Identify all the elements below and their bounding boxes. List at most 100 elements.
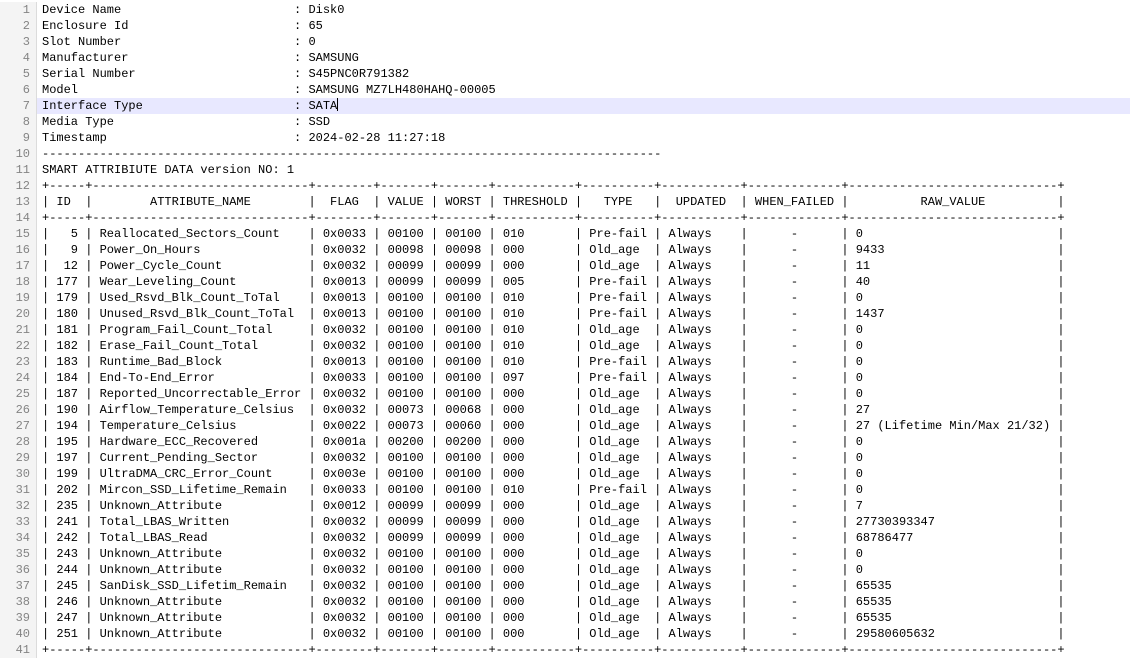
editor-line[interactable]: 26| 190 | Airflow_Temperature_Celsius | … xyxy=(0,402,1130,418)
editor-line[interactable]: 32| 235 | Unknown_Attribute | 0x0012 | 0… xyxy=(0,498,1130,514)
editor-code-area[interactable]: 1Device Name : Disk02Enclosure Id : 653S… xyxy=(0,2,1130,658)
line-number: 40 xyxy=(0,626,37,642)
line-number: 2 xyxy=(0,18,37,34)
line-text: | 195 | Hardware_ECC_Recovered | 0x001a … xyxy=(37,434,1130,450)
line-text: | 177 | Wear_Leveling_Count | 0x0013 | 0… xyxy=(37,274,1130,290)
line-text: Media Type : SSD xyxy=(37,114,1130,130)
line-number: 12 xyxy=(0,178,37,194)
line-text: +-----+------------------------------+--… xyxy=(37,210,1130,226)
editor-line[interactable]: 18| 177 | Wear_Leveling_Count | 0x0013 |… xyxy=(0,274,1130,290)
line-number: 18 xyxy=(0,274,37,290)
editor-line[interactable]: 21| 181 | Program_Fail_Count_Total | 0x0… xyxy=(0,322,1130,338)
line-text: +-----+------------------------------+--… xyxy=(37,178,1130,194)
line-number: 36 xyxy=(0,562,37,578)
line-number: 28 xyxy=(0,434,37,450)
editor-line[interactable]: 14+-----+------------------------------+… xyxy=(0,210,1130,226)
editor-line[interactable]: 22| 182 | Erase_Fail_Count_Total | 0x003… xyxy=(0,338,1130,354)
line-text: | 179 | Used_Rsvd_Blk_Count_ToTal | 0x00… xyxy=(37,290,1130,306)
line-text: | 180 | Unused_Rsvd_Blk_Count_ToTal | 0x… xyxy=(37,306,1130,322)
line-text: Device Name : Disk0 xyxy=(37,2,1130,18)
editor-line[interactable]: 35| 243 | Unknown_Attribute | 0x0032 | 0… xyxy=(0,546,1130,562)
editor-line[interactable]: 29| 197 | Current_Pending_Sector | 0x003… xyxy=(0,450,1130,466)
editor-line[interactable]: 23| 183 | Runtime_Bad_Block | 0x0013 | 0… xyxy=(0,354,1130,370)
line-number: 26 xyxy=(0,402,37,418)
line-text: | 190 | Airflow_Temperature_Celsius | 0x… xyxy=(37,402,1130,418)
editor-line[interactable]: 37| 245 | SanDisk_SSD_Lifetim_Remain | 0… xyxy=(0,578,1130,594)
editor-line[interactable]: 5Serial Number : S45PNC0R791382 xyxy=(0,66,1130,82)
line-text: Interface Type : SATA xyxy=(37,98,1130,114)
line-number: 16 xyxy=(0,242,37,258)
line-number: 23 xyxy=(0,354,37,370)
line-text: Model : SAMSUNG MZ7LH480HAHQ-00005 xyxy=(37,82,1130,98)
line-text: | 242 | Total_LBAS_Read | 0x0032 | 00099… xyxy=(37,530,1130,546)
editor-line[interactable]: 25| 187 | Reported_Uncorrectable_Error |… xyxy=(0,386,1130,402)
line-number: 38 xyxy=(0,594,37,610)
editor-line[interactable]: 24| 184 | End-To-End_Error | 0x0033 | 00… xyxy=(0,370,1130,386)
editor-line[interactable]: 13| ID | ATTRIBUTE_NAME | FLAG | VALUE |… xyxy=(0,194,1130,210)
line-text: | 244 | Unknown_Attribute | 0x0032 | 001… xyxy=(37,562,1130,578)
line-number: 19 xyxy=(0,290,37,306)
line-number: 14 xyxy=(0,210,37,226)
editor-line[interactable]: 12+-----+------------------------------+… xyxy=(0,178,1130,194)
editor-line[interactable]: 34| 242 | Total_LBAS_Read | 0x0032 | 000… xyxy=(0,530,1130,546)
line-text: | 197 | Current_Pending_Sector | 0x0032 … xyxy=(37,450,1130,466)
editor-line[interactable]: 27| 194 | Temperature_Celsius | 0x0022 |… xyxy=(0,418,1130,434)
editor-line[interactable]: 10--------------------------------------… xyxy=(0,146,1130,162)
editor-line[interactable]: 20| 180 | Unused_Rsvd_Blk_Count_ToTal | … xyxy=(0,306,1130,322)
line-number: 8 xyxy=(0,114,37,130)
editor-line[interactable]: 2Enclosure Id : 65 xyxy=(0,18,1130,34)
line-text: ----------------------------------------… xyxy=(37,146,1130,162)
editor-line[interactable]: 39| 247 | Unknown_Attribute | 0x0032 | 0… xyxy=(0,610,1130,626)
line-number: 4 xyxy=(0,50,37,66)
line-text: | 184 | End-To-End_Error | 0x0033 | 0010… xyxy=(37,370,1130,386)
editor-line[interactable]: 30| 199 | UltraDMA_CRC_Error_Count | 0x0… xyxy=(0,466,1130,482)
editor-line[interactable]: 15| 5 | Reallocated_Sectors_Count | 0x00… xyxy=(0,226,1130,242)
line-number: 37 xyxy=(0,578,37,594)
line-number: 29 xyxy=(0,450,37,466)
editor-line[interactable]: 1Device Name : Disk0 xyxy=(0,2,1130,18)
line-number: 24 xyxy=(0,370,37,386)
line-number: 21 xyxy=(0,322,37,338)
line-number: 17 xyxy=(0,258,37,274)
editor-line[interactable]: 41+-----+------------------------------+… xyxy=(0,642,1130,658)
editor-line[interactable]: 33| 241 | Total_LBAS_Written | 0x0032 | … xyxy=(0,514,1130,530)
editor-line[interactable]: 8Media Type : SSD xyxy=(0,114,1130,130)
line-number: 15 xyxy=(0,226,37,242)
line-text: | 202 | Mircon_SSD_Lifetime_Remain | 0x0… xyxy=(37,482,1130,498)
line-number: 6 xyxy=(0,82,37,98)
line-number: 39 xyxy=(0,610,37,626)
editor-line[interactable]: 19| 179 | Used_Rsvd_Blk_Count_ToTal | 0x… xyxy=(0,290,1130,306)
line-number: 31 xyxy=(0,482,37,498)
line-number: 9 xyxy=(0,130,37,146)
line-number: 7 xyxy=(0,98,37,114)
editor-line[interactable]: 40| 251 | Unknown_Attribute | 0x0032 | 0… xyxy=(0,626,1130,642)
editor-line[interactable]: 38| 246 | Unknown_Attribute | 0x0032 | 0… xyxy=(0,594,1130,610)
editor-line[interactable]: 28| 195 | Hardware_ECC_Recovered | 0x001… xyxy=(0,434,1130,450)
line-text: | 243 | Unknown_Attribute | 0x0032 | 001… xyxy=(37,546,1130,562)
line-number: 3 xyxy=(0,34,37,50)
editor-line[interactable]: 11SMART ATTRIBIUTE DATA version NO: 1 xyxy=(0,162,1130,178)
line-number: 34 xyxy=(0,530,37,546)
editor-line[interactable]: 16| 9 | Power_On_Hours | 0x0032 | 00098 … xyxy=(0,242,1130,258)
line-number: 30 xyxy=(0,466,37,482)
line-text: | ID | ATTRIBUTE_NAME | FLAG | VALUE | W… xyxy=(37,194,1130,210)
line-number: 1 xyxy=(0,2,37,18)
editor-line[interactable]: 9Timestamp : 2024-02-28 11:27:18 xyxy=(0,130,1130,146)
line-text: | 181 | Program_Fail_Count_Total | 0x003… xyxy=(37,322,1130,338)
editor-line[interactable]: 31| 202 | Mircon_SSD_Lifetime_Remain | 0… xyxy=(0,482,1130,498)
editor-line[interactable]: 17| 12 | Power_Cycle_Count | 0x0032 | 00… xyxy=(0,258,1130,274)
editor-line[interactable]: 36| 244 | Unknown_Attribute | 0x0032 | 0… xyxy=(0,562,1130,578)
editor-line[interactable]: 6Model : SAMSUNG MZ7LH480HAHQ-00005 xyxy=(0,82,1130,98)
editor-line[interactable]: 3Slot Number : 0 xyxy=(0,34,1130,50)
line-number: 32 xyxy=(0,498,37,514)
line-text: | 241 | Total_LBAS_Written | 0x0032 | 00… xyxy=(37,514,1130,530)
line-text: | 182 | Erase_Fail_Count_Total | 0x0032 … xyxy=(37,338,1130,354)
line-text: | 12 | Power_Cycle_Count | 0x0032 | 0009… xyxy=(37,258,1130,274)
text-editor[interactable]: 1Device Name : Disk02Enclosure Id : 653S… xyxy=(0,0,1130,658)
line-text: | 235 | Unknown_Attribute | 0x0012 | 000… xyxy=(37,498,1130,514)
editor-line[interactable]: 7Interface Type : SATA xyxy=(0,98,1130,114)
line-text: Serial Number : S45PNC0R791382 xyxy=(37,66,1130,82)
editor-line[interactable]: 4Manufacturer : SAMSUNG xyxy=(0,50,1130,66)
line-text: | 5 | Reallocated_Sectors_Count | 0x0033… xyxy=(37,226,1130,242)
text-caret xyxy=(337,98,338,111)
